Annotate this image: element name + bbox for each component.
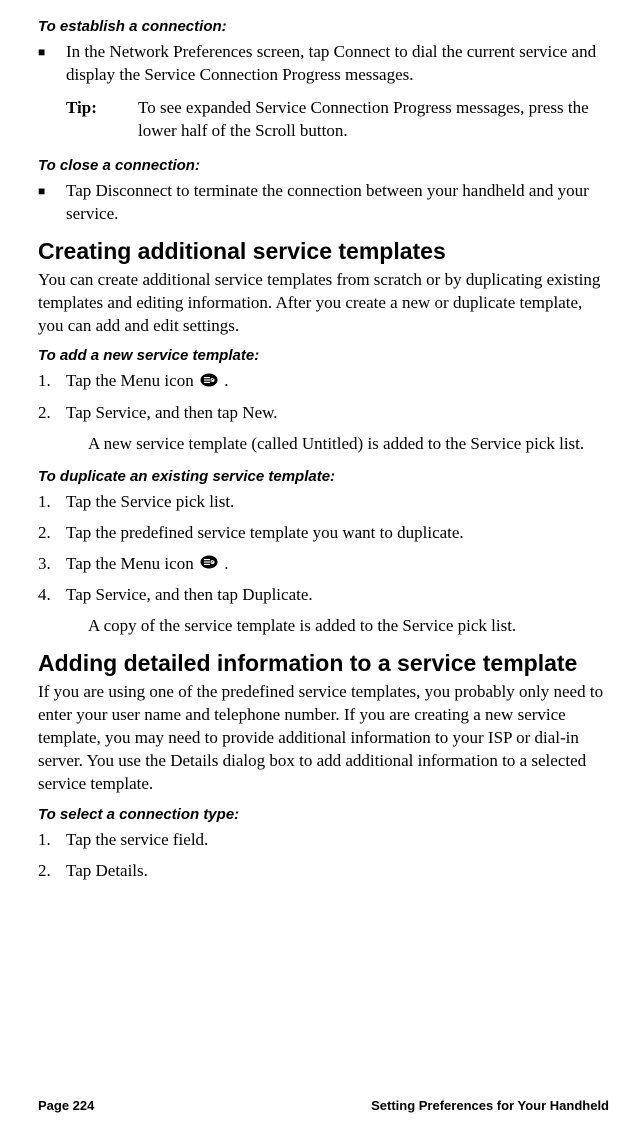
bullet-marker: ■ (38, 41, 66, 87)
list-item: 1. Tap the Menu icon . (38, 370, 609, 394)
result-text: A new service template (called Untitled)… (88, 433, 609, 456)
heading-add-template: To add a new service template: (38, 347, 609, 364)
list-item: 3. Tap the Menu icon . (38, 553, 609, 577)
bullet-text-establish: In the Network Preferences screen, tap C… (66, 41, 609, 87)
step-text: Tap Service, and then tap Duplicate. (66, 584, 609, 607)
page-footer: Page 224 Setting Preferences for Your Ha… (38, 1098, 609, 1113)
section-heading-adding-detail: Adding detailed information to a service… (38, 650, 609, 677)
num-marker: 2. (38, 402, 66, 425)
step-text: Tap the Menu icon . (66, 370, 609, 394)
step-text-pre: Tap the Menu icon (66, 554, 198, 573)
tip-text: To see expanded Service Connection Progr… (138, 97, 609, 143)
heading-establish: To establish a connection: (38, 18, 609, 35)
bullet-item: ■ In the Network Preferences screen, tap… (38, 41, 609, 87)
chapter-title: Setting Preferences for Your Handheld (371, 1098, 609, 1113)
step-text-pre: Tap the Menu icon (66, 371, 198, 390)
bullet-text-close: Tap Disconnect to terminate the connecti… (66, 180, 609, 226)
list-item: 1. Tap the Service pick list. (38, 491, 609, 514)
bullet-item: ■ Tap Disconnect to terminate the connec… (38, 180, 609, 226)
result-text: A copy of the service template is added … (88, 615, 609, 638)
body-text-adding-detail: If you are using one of the predefined s… (38, 681, 609, 796)
menu-icon (200, 553, 218, 576)
step-text-post: . (220, 371, 229, 390)
step-text: Tap the Service pick list. (66, 491, 609, 514)
list-item: 2. Tap Details. (38, 860, 609, 883)
list-item: 1. Tap the service field. (38, 829, 609, 852)
step-text: Tap the Menu icon . (66, 553, 609, 577)
body-text-creating: You can create additional service templa… (38, 269, 609, 338)
list-item: 2. Tap Service, and then tap New. (38, 402, 609, 425)
step-text-post: . (220, 554, 229, 573)
heading-close: To close a connection: (38, 157, 609, 174)
num-marker: 1. (38, 370, 66, 394)
step-text: Tap Details. (66, 860, 609, 883)
num-marker: 4. (38, 584, 66, 607)
heading-select-conn: To select a connection type: (38, 806, 609, 823)
bullet-marker: ■ (38, 180, 66, 226)
heading-duplicate: To duplicate an existing service templat… (38, 468, 609, 485)
num-marker: 1. (38, 491, 66, 514)
menu-icon (200, 371, 218, 394)
step-text: Tap Service, and then tap New. (66, 402, 609, 425)
num-marker: 2. (38, 860, 66, 883)
list-item: 4. Tap Service, and then tap Duplicate. (38, 584, 609, 607)
tip-label: Tip: (66, 97, 138, 143)
num-marker: 2. (38, 522, 66, 545)
step-text: Tap the service field. (66, 829, 609, 852)
num-marker: 1. (38, 829, 66, 852)
list-item: 2. Tap the predefined service template y… (38, 522, 609, 545)
num-marker: 3. (38, 553, 66, 577)
tip-block: Tip: To see expanded Service Connection … (66, 97, 609, 143)
step-text: Tap the predefined service template you … (66, 522, 609, 545)
page-number: Page 224 (38, 1098, 94, 1113)
section-heading-creating: Creating additional service templates (38, 238, 609, 265)
